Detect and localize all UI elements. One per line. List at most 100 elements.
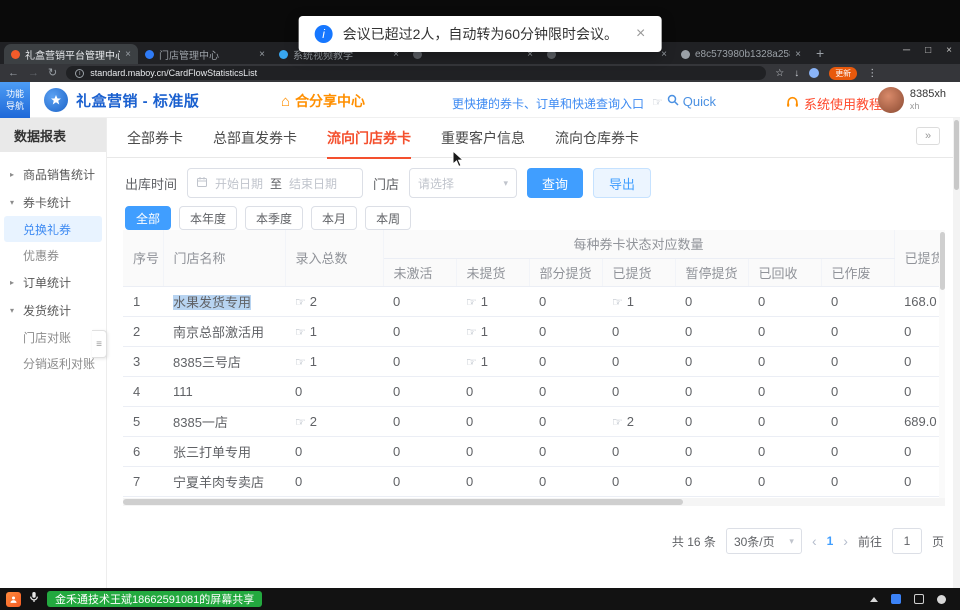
sidebar-item-label: 兑换礼券 [23,221,71,238]
cell-text: 0 [831,384,838,399]
sidebar-item-card-stats[interactable]: ▾ 券卡统计 [0,188,106,216]
sidebar-collapse-handle[interactable]: ≡ [92,330,107,358]
tutorial-link[interactable]: 系统使用教程 [786,94,882,113]
sidebar-item-shipping-stats[interactable]: ▾ 发货统计 [0,296,106,324]
scrollbar-thumb[interactable] [123,499,683,505]
store-select-placeholder: 请选择 [418,175,454,192]
microphone-icon[interactable] [29,590,39,608]
cell-text: 1 [310,354,317,369]
sidebar-item-discount-coupon[interactable]: 优惠券 [0,242,106,268]
tray-icon[interactable] [937,595,946,604]
forward-icon[interactable]: → [28,68,39,79]
cell-count[interactable]: ☞2 [285,286,383,316]
cell-count: 0 [529,466,602,496]
sidebar-item-rebate-reconciliation[interactable]: 分销返利对账 [0,350,106,376]
quick-filter-quarter[interactable]: 本季度 [245,206,303,230]
toast-close-icon[interactable]: × [636,25,645,43]
table-body: 1水果发货专用☞20☞10☞1000168.02南京总部激活用☞10☞10000… [123,286,945,506]
cell-count: 0 [821,346,894,376]
page-scrollbar[interactable] [953,118,960,588]
tray-icon[interactable] [914,594,924,604]
next-page-button[interactable]: › [843,533,848,549]
window-close-button[interactable]: × [946,45,952,56]
sidebar-item-gift-coupon[interactable]: 兑换礼券 [4,216,102,242]
cell-count: 0 [383,316,456,346]
cell-count[interactable]: ☞1 [456,316,529,346]
cell-count: 0 [821,316,894,346]
cell-count[interactable]: ☞2 [285,406,383,436]
site-info-icon[interactable]: i [75,69,84,78]
table-horizontal-scrollbar[interactable] [123,498,945,506]
browser-profile-icon[interactable] [809,68,819,78]
tab-warehouse-flow-cards[interactable]: 流向仓库券卡 [555,118,639,158]
page-size-select[interactable]: 30条/页 ▾ [726,528,802,554]
cell-row-index: 2 [123,316,163,346]
tab-all-cards[interactable]: 全部券卡 [127,118,183,158]
download-icon[interactable]: ↓ [794,68,799,79]
quick-filter-year[interactable]: 本年度 [179,206,237,230]
tray-expand-icon[interactable] [870,597,878,602]
scrollbar-thumb[interactable] [954,120,959,190]
cell-count: 0 [529,436,602,466]
user-menu[interactable]: 8385xh xh [878,87,946,113]
tab-store-flow-cards[interactable]: 流向门店券卡 [327,118,411,158]
tab-hq-direct-cards[interactable]: 总部直发券卡 [213,118,297,158]
cell-count[interactable]: ☞1 [456,286,529,316]
function-nav-button[interactable]: 功能 导航 [0,82,30,118]
cell-text: 0 [539,294,546,309]
quick-search[interactable]: ☞ Quick [652,94,716,109]
quick-filter-week[interactable]: 本周 [365,206,411,230]
sidebar-item-order-stats[interactable]: ▸ 订单统计 [0,268,106,296]
quick-entry-promo-link[interactable]: 更快捷的券卡、订单和快递查询入口 [452,95,644,112]
cell-text: 1 [627,294,634,309]
meeting-app-icon[interactable] [6,592,21,607]
export-button[interactable]: 导出 [593,168,651,198]
cell-amount: 168.0 [894,286,945,316]
tab-close-icon[interactable]: × [125,49,131,60]
cell-count: 0 [602,346,675,376]
tab-close-icon[interactable]: × [661,49,667,60]
cell-count[interactable]: ☞2 [602,406,675,436]
browser-tab[interactable]: e8c573980b1328a2586d2e6l × [674,44,808,64]
refresh-icon[interactable]: ↻ [48,68,57,79]
store-select[interactable]: 请选择 ▾ [409,168,517,198]
quick-filter-month[interactable]: 本月 [311,206,357,230]
prev-page-button[interactable]: ‹ [812,533,817,549]
back-icon[interactable]: ← [8,68,19,79]
browser-update-chip[interactable]: 更新 [829,67,857,80]
table-row: 38385三号店☞10☞1000000 [123,346,945,376]
sidebar-item-store-reconciliation[interactable]: 门店对账 [0,324,106,350]
cell-text: 689.0 [904,414,937,429]
sidebar-item-product-sales[interactable]: ▸ 商品销售统计 [0,160,106,188]
search-button[interactable]: 查询 [527,168,583,198]
cell-count[interactable]: ☞1 [285,346,383,376]
new-tab-button[interactable]: + [816,45,824,61]
caret-right-icon: ▸ [10,278,19,287]
goto-page-input[interactable]: 1 [892,528,922,554]
sidebar-item-label: 券卡统计 [23,194,71,211]
tab-close-icon[interactable]: × [259,49,265,60]
date-range-input[interactable]: 开始日期 至 结束日期 [187,168,363,198]
browser-tab[interactable]: 门店管理中心 × [138,44,272,64]
window-maximize-button[interactable]: □ [925,45,931,56]
page-number-1[interactable]: 1 [827,534,834,548]
browser-menu-icon[interactable]: ⋮ [867,68,877,79]
browser-tab[interactable]: 礼盒营销平台管理中心 × [4,44,138,64]
url-bar[interactable]: i standard.maboy.cn/CardFlowStatisticsLi… [66,66,766,80]
tab-close-icon[interactable]: × [795,49,801,60]
cell-count[interactable]: ☞1 [456,346,529,376]
share-center-link[interactable]: ⌂ 合分享中心 [281,91,365,111]
cell-text: 0 [758,294,765,309]
panel-collapse-button[interactable]: » [916,127,940,145]
cell-text: 0 [393,414,400,429]
table-row: 1水果发货专用☞20☞10☞1000168.0 [123,286,945,316]
quick-filter-all[interactable]: 全部 [125,206,171,230]
cell-count[interactable]: ☞1 [602,286,675,316]
cell-store-name: 8385一店 [163,406,285,436]
table-vertical-scrollbar[interactable] [939,230,945,498]
tray-app-icon[interactable] [891,594,901,604]
bookmark-star-icon[interactable]: ☆ [775,68,784,79]
scrollbar-thumb[interactable] [940,232,945,290]
window-minimize-button[interactable]: ─ [903,45,910,56]
cell-count[interactable]: ☞1 [285,316,383,346]
